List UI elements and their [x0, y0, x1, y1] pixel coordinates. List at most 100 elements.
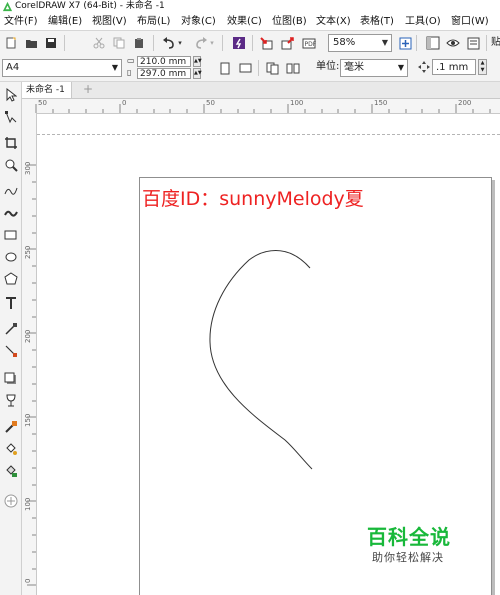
pdf-icon: PDF [302, 38, 316, 48]
horizontal-ruler-ticks [35, 104, 491, 113]
menu-view[interactable]: 视图(V) [92, 13, 127, 30]
zoom-level-value: 58% [333, 37, 356, 48]
page-width-field[interactable]: 210.0 mm [137, 56, 191, 67]
ellipse-tool[interactable] [2, 248, 19, 265]
paste-button[interactable] [130, 34, 148, 52]
menu-layout[interactable]: 布局(L) [137, 13, 170, 30]
vertical-ruler-ticks [27, 164, 36, 586]
pointer-icon [6, 87, 17, 102]
freehand-tool[interactable] [2, 182, 19, 199]
menu-edit[interactable]: 编辑(E) [48, 13, 82, 30]
units-value: 毫米 [344, 62, 364, 73]
nudge-distance-field[interactable]: .1 mm [432, 59, 476, 75]
units-select[interactable]: 毫米 ▼ [340, 59, 408, 77]
eyedropper-icon [4, 420, 17, 433]
ruler-h-label: 200 [458, 99, 472, 107]
rectangle-tool[interactable] [2, 226, 19, 243]
ruler-h-label: 0 [122, 99, 127, 107]
property-bar: A4 ▼ ▭ 210.0 mm ▲▼ ▯ 297.0 mm ▲▼ 单位: 毫米 … [0, 55, 500, 82]
chevron-down-icon: ▼ [381, 38, 388, 47]
parallel-dimension-tool[interactable] [2, 320, 19, 337]
polygon-icon [3, 272, 18, 285]
vertical-ruler[interactable]: 300 250 200 150 100 0 [22, 113, 37, 595]
chevron-down-icon: ▼ [397, 63, 404, 72]
page-height-field[interactable]: 297.0 mm [137, 68, 191, 79]
shape-tool[interactable] [2, 108, 19, 125]
units-label: 单位: [316, 61, 340, 72]
menu-file[interactable]: 文件(F) [4, 13, 38, 30]
ruler-h-label: 100 [290, 99, 304, 107]
zoom-level-select[interactable]: 58% ▼ [328, 34, 392, 52]
crop-tool[interactable] [2, 134, 19, 151]
redo-icon [196, 37, 207, 49]
current-page-icon [286, 63, 300, 73]
page-width-spinner[interactable]: ▲▼ [193, 56, 202, 67]
horizontal-ruler[interactable]: 50 0 50 100 150 200 [22, 99, 500, 114]
copy-button[interactable] [110, 34, 128, 52]
page-size-select[interactable]: A4 ▼ [2, 59, 122, 77]
pick-tool[interactable] [2, 86, 19, 103]
nudge-distance-spinner[interactable]: ▲ ▼ [478, 59, 487, 75]
menu-text[interactable]: 文本(X) [316, 13, 351, 30]
menu-object[interactable]: 对象(C) [181, 13, 216, 30]
polygon-tool[interactable] [2, 270, 19, 287]
menu-bitmap[interactable]: 位图(B) [272, 13, 307, 30]
ruler-v-label: 250 [24, 245, 32, 259]
snap-to-button[interactable] [424, 34, 442, 52]
publish-pdf-button[interactable]: PDF [300, 34, 318, 52]
content-search-icon [233, 37, 245, 49]
zoom-page-icon [399, 37, 411, 49]
add-tool-button[interactable] [2, 492, 19, 509]
page-height-spinner[interactable]: ▲▼ [193, 68, 202, 79]
text-tool[interactable] [2, 294, 19, 311]
import-button[interactable] [258, 34, 276, 52]
landscape-button[interactable] [236, 59, 254, 77]
copy-icon [113, 37, 125, 49]
menu-effects[interactable]: 效果(C) [227, 13, 262, 30]
redo-dropdown-icon[interactable]: ▾ [208, 34, 216, 52]
ruler-v-label: 0 [24, 578, 32, 583]
portrait-button[interactable] [216, 59, 234, 77]
menu-window[interactable]: 窗口(W) [451, 13, 489, 30]
smart-fill-tool[interactable] [2, 462, 19, 479]
export-button[interactable] [279, 34, 297, 52]
zoom-fit-button[interactable] [396, 34, 414, 52]
artistic-media-tool[interactable] [2, 204, 19, 221]
menu-table[interactable]: 表格(T) [360, 13, 394, 30]
color-eyedropper-tool[interactable] [2, 418, 19, 435]
ruler-v-label: 300 [24, 161, 32, 175]
interactive-fill-tool[interactable] [2, 440, 19, 457]
add-tab-icon[interactable]: + [80, 82, 96, 98]
page-width-icon: ▭ [127, 56, 135, 65]
crop-icon [4, 136, 17, 149]
all-pages-button[interactable] [264, 59, 282, 77]
ruler-h-label: 50 [206, 99, 215, 107]
view-options-button[interactable] [444, 34, 462, 52]
tab-document[interactable]: 未命名 -1 [22, 82, 72, 98]
page-size-value: A4 [6, 62, 20, 73]
open-button[interactable] [22, 34, 40, 52]
new-document-icon [6, 37, 16, 49]
page-height-icon: ▯ [127, 68, 132, 77]
eye-icon [446, 39, 460, 47]
half-heart-curve[interactable] [209, 250, 313, 470]
current-page-button[interactable] [284, 59, 302, 77]
toolbar-overflow-label[interactable]: 贴 [491, 35, 500, 51]
freehand-icon [4, 187, 17, 195]
document-tab-strip: 未命名 -1 + [22, 82, 500, 99]
save-button[interactable] [42, 34, 60, 52]
search-content-button[interactable] [230, 34, 248, 52]
options-button[interactable] [464, 34, 482, 52]
menu-tools[interactable]: 工具(O) [405, 13, 441, 30]
transparency-tool[interactable] [2, 392, 19, 409]
plus-circle-icon [4, 494, 17, 507]
rectangle-icon [4, 230, 16, 239]
zoom-tool[interactable] [2, 156, 19, 173]
new-document-button[interactable] [2, 34, 20, 52]
undo-dropdown-icon[interactable]: ▾ [176, 34, 184, 52]
cut-button[interactable] [90, 34, 108, 52]
all-pages-icon [266, 62, 279, 74]
drop-shadow-tool[interactable] [2, 370, 19, 387]
connector-tool[interactable] [2, 342, 19, 359]
ruler-h-label: 50 [38, 99, 47, 107]
